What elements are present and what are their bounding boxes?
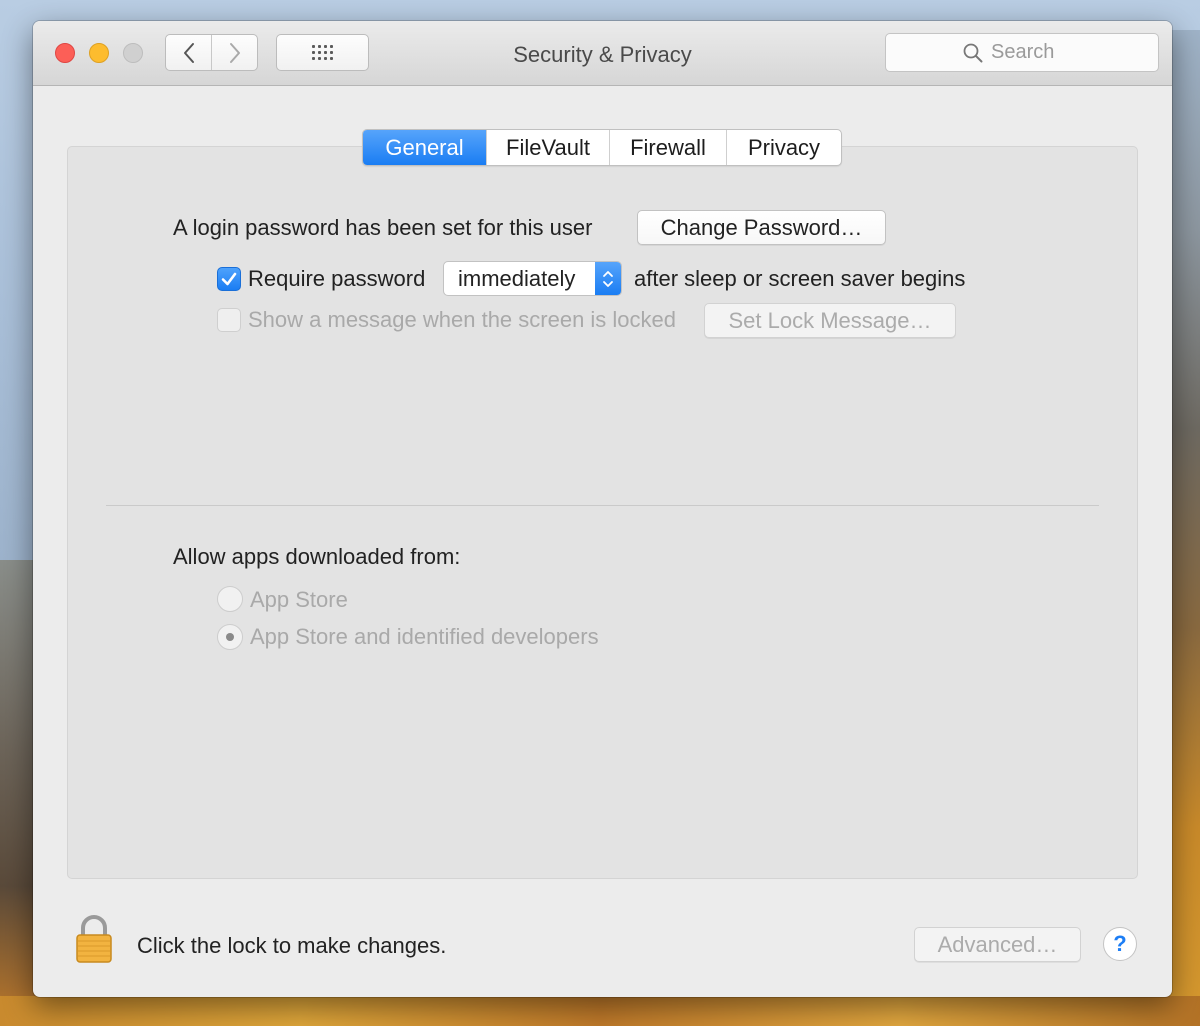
tab-privacy[interactable]: Privacy	[726, 130, 841, 165]
change-password-button[interactable]: Change Password…	[637, 210, 886, 245]
wallpaper-bottom	[0, 996, 1200, 1026]
title-bar: Security & Privacy	[33, 21, 1172, 86]
stepper-arrows	[595, 262, 621, 295]
password-delay-select[interactable]: immediately	[443, 261, 622, 296]
tab-general[interactable]: General	[363, 130, 486, 165]
chevron-updown-icon	[603, 270, 613, 287]
lock-button[interactable]	[74, 914, 114, 964]
section-divider	[106, 505, 1099, 506]
show-message-checkbox[interactable]	[217, 308, 241, 332]
wallpaper-right	[1170, 30, 1200, 1026]
checkmark-icon	[221, 272, 237, 286]
tab-bar: General FileVault Firewall Privacy	[362, 129, 842, 166]
search-icon	[963, 43, 983, 62]
after-sleep-text: after sleep or screen saver begins	[634, 266, 966, 291]
allow-apps-heading: Allow apps downloaded from:	[173, 544, 461, 569]
app-store-radio[interactable]	[217, 586, 243, 612]
show-message-label: Show a message when the screen is locked	[248, 307, 677, 332]
search-input[interactable]	[991, 41, 1081, 64]
require-password-label: Require password	[248, 266, 426, 291]
password-delay-value: immediately	[458, 265, 576, 291]
radio-selected-dot	[226, 633, 234, 641]
help-button[interactable]: ?	[1103, 927, 1137, 961]
set-lock-message-button[interactable]: Set Lock Message…	[704, 303, 956, 338]
app-store-label: App Store	[250, 587, 348, 612]
tab-firewall[interactable]: Firewall	[609, 130, 726, 165]
security-privacy-window: Security & Privacy General FileVault Fir…	[33, 21, 1172, 997]
tab-filevault[interactable]: FileVault	[486, 130, 609, 165]
lock-status-text: Click the lock to make changes.	[137, 933, 447, 958]
tab-content-panel	[67, 146, 1138, 879]
lock-icon	[76, 915, 112, 963]
search-field[interactable]	[885, 33, 1159, 72]
login-password-text: A login password has been set for this u…	[173, 215, 593, 240]
advanced-button[interactable]: Advanced…	[914, 927, 1081, 962]
require-password-checkbox[interactable]	[217, 267, 241, 291]
app-store-identified-label: App Store and identified developers	[250, 624, 599, 649]
app-store-identified-radio[interactable]	[217, 624, 243, 650]
